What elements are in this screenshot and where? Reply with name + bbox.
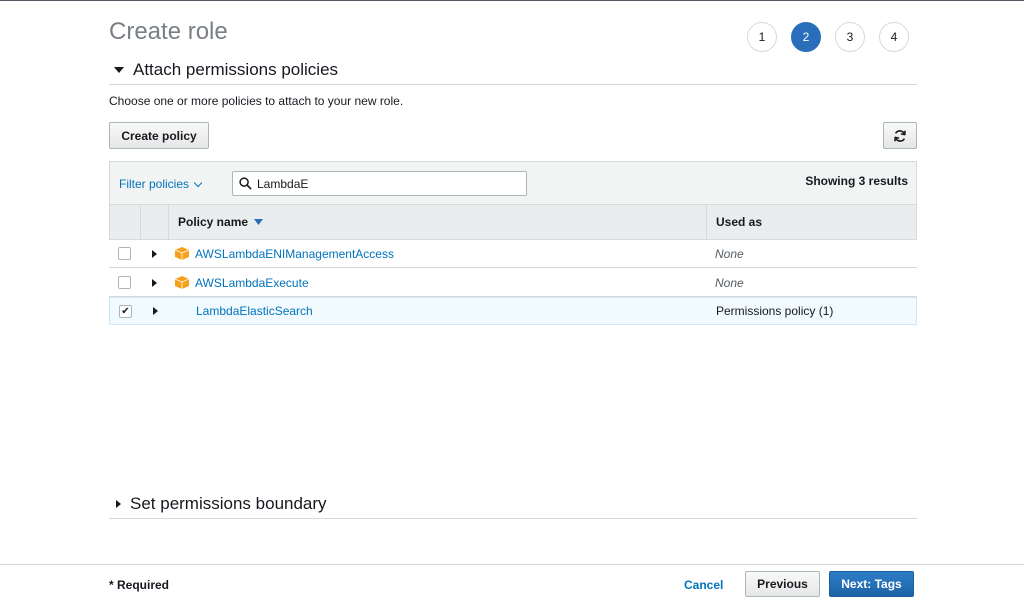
refresh-button[interactable] [883,122,917,149]
attach-section-header[interactable]: Attach permissions policies [109,60,917,85]
sort-down-icon [254,219,264,225]
boundary-section-title: Set permissions boundary [130,494,327,513]
policy-name-header-label: Policy name [178,215,249,229]
caret-right-icon [116,500,121,508]
chevron-down-icon [193,178,203,187]
boundary-section-header[interactable]: Set permissions boundary [109,494,917,519]
filter-policies-label: Filter policies [119,177,190,191]
used-as-column-header: Used as [716,215,763,229]
page-title: Create role [109,18,228,45]
step-4[interactable]: 4 [879,22,909,52]
policy-name-column-header[interactable]: Policy name [169,205,707,239]
expand-column-header [141,205,169,239]
expand-row-icon[interactable] [151,278,157,287]
refresh-icon [894,129,906,142]
caret-down-icon [114,67,124,73]
used-as-value: None [715,246,744,261]
expand-row-icon[interactable] [151,249,157,258]
policy-name-link[interactable]: AWSLambdaENIManagementAccess [195,247,394,261]
wizard-steps: 1 2 3 4 [747,22,909,52]
table-row: ✔ LambdaElasticSearch Permissions policy… [109,297,917,325]
filter-bar: Filter policies Showing 3 results [109,161,917,205]
policy-name-link[interactable]: LambdaElasticSearch [196,304,313,318]
search-icon [239,177,252,190]
results-count: Showing 3 results [805,174,908,188]
search-input[interactable] [257,176,517,191]
cancel-button[interactable]: Cancel [684,578,723,592]
used-as-value: Permissions policy (1) [716,304,834,318]
previous-button[interactable]: Previous [745,571,820,597]
filter-policies-dropdown[interactable]: Filter policies [119,177,203,191]
next-tags-button[interactable]: Next: Tags [829,571,914,597]
required-note: * Required [109,578,170,592]
step-3[interactable]: 3 [835,22,865,52]
aws-managed-package-icon [175,247,189,260]
aws-managed-package-icon [175,276,189,289]
step-2[interactable]: 2 [791,22,821,52]
policy-name-link[interactable]: AWSLambdaExecute [195,276,309,290]
attach-section-title: Attach permissions policies [133,60,339,79]
row-checkbox-checked[interactable]: ✔ [119,304,132,318]
search-box[interactable] [232,171,527,196]
table-header: Policy name Used as [109,205,917,240]
row-checkbox[interactable] [118,276,131,289]
select-column-header [110,205,141,239]
step-1[interactable]: 1 [747,22,777,52]
row-checkbox[interactable] [118,247,131,260]
used-as-value: None [715,275,744,290]
top-border [0,0,1024,1]
table-row: AWSLambdaExecute None [109,269,917,297]
table-row: AWSLambdaENIManagementAccess None [109,240,917,268]
expand-row-icon[interactable] [152,307,158,315]
create-policy-button[interactable]: Create policy [109,122,209,149]
attach-description: Choose one or more policies to attach to… [109,94,404,108]
